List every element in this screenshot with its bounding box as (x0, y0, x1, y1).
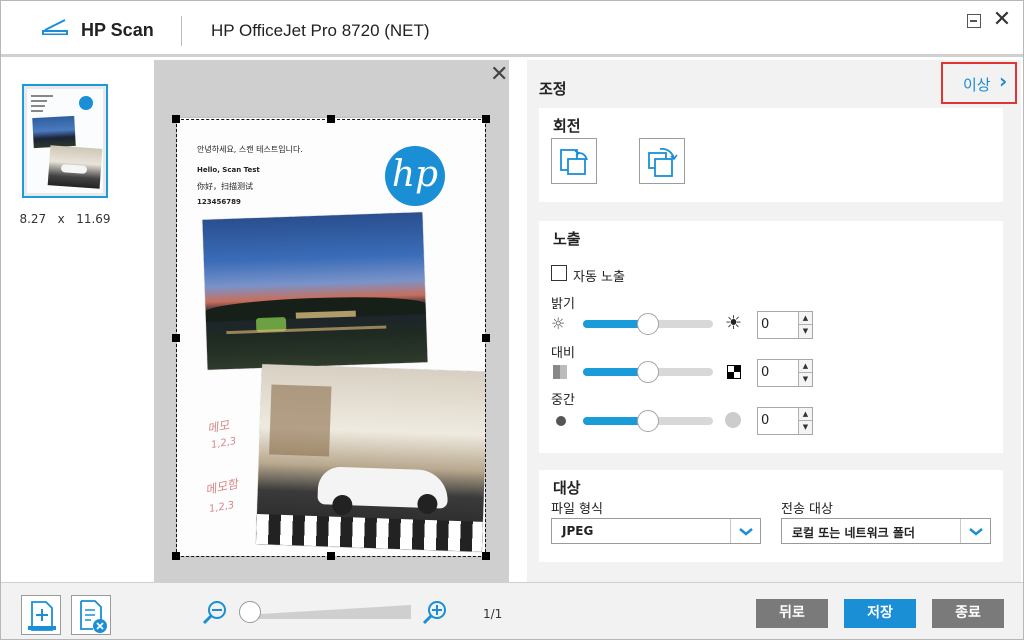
brightness-value: 0 (761, 317, 770, 332)
rotate-right-icon (648, 148, 678, 177)
brightness-low-icon: ☼ (551, 314, 566, 333)
rotate-card: 회전 (539, 108, 1003, 202)
size-separator: x (57, 212, 65, 226)
exit-button[interactable]: 종료 (932, 599, 1004, 628)
spinner-up-icon[interactable]: ▲ (798, 408, 812, 421)
more-settings-label: 이상 (963, 76, 991, 94)
rotate-heading: 회전 (553, 117, 581, 135)
title-bar: HP Scan HP OfficeJet Pro 8720 (NET) ✕ (1, 1, 1023, 57)
chevron-down-icon[interactable] (730, 519, 760, 543)
exposure-card: 노출 자동 노출 밝기 ☼ ☀ 0 ▲ ▼ 대비 0 ▲ ▼ 중간 0 ▲ ▼ (539, 221, 1003, 453)
more-settings-button[interactable]: 이상 › (941, 62, 1017, 104)
brightness-slider[interactable] (583, 313, 713, 335)
contrast-high-icon (727, 365, 741, 379)
brightness-high-icon: ☀ (725, 312, 743, 334)
thumbnail-image (27, 89, 103, 193)
file-type-value: JPEG (562, 524, 594, 538)
spinner-up-icon[interactable]: ▲ (798, 360, 812, 373)
spinner-up-icon[interactable]: ▲ (798, 312, 812, 325)
exposure-heading: 노출 (553, 230, 581, 248)
crop-handle[interactable] (327, 115, 335, 123)
device-name: HP OfficeJet Pro 8720 (NET) (211, 21, 430, 40)
spinner-down-icon[interactable]: ▼ (798, 421, 812, 434)
brightness-slider-thumb[interactable] (637, 313, 659, 335)
contrast-low-icon (553, 365, 567, 379)
chevron-down-icon[interactable] (960, 519, 990, 543)
send-to-label: 전송 대상 (781, 502, 833, 517)
brightness-label: 밝기 (551, 297, 575, 312)
rotate-left-icon (560, 149, 588, 175)
rotate-right-button[interactable] (639, 138, 685, 184)
crop-handle[interactable] (327, 552, 335, 560)
midtone-value: 0 (761, 413, 770, 428)
contrast-spinner[interactable]: 0 ▲ ▼ (757, 359, 813, 387)
page-size-label: 8.27 x 11.69 (1, 212, 129, 226)
rotate-left-button[interactable] (551, 138, 597, 184)
delete-page-button[interactable] (71, 595, 111, 635)
zoom-slider[interactable] (239, 601, 413, 623)
thumbnail-panel: 8.27 x 11.69 (1, 60, 141, 582)
adjust-heading: 조정 (539, 80, 567, 98)
crop-handle[interactable] (482, 552, 490, 560)
scanner-icon (42, 19, 68, 35)
app-title: HP Scan (81, 20, 154, 40)
send-to-value: 로컬 또는 네트워크 폴더 (792, 526, 915, 540)
auto-exposure-checkbox[interactable] (551, 265, 567, 281)
crop-handle[interactable] (482, 334, 490, 342)
contrast-label: 대비 (551, 346, 575, 361)
spinner-down-icon[interactable]: ▼ (798, 373, 812, 386)
file-type-label: 파일 형식 (551, 502, 603, 517)
crop-handle[interactable] (482, 115, 490, 123)
file-type-dropdown[interactable]: JPEG (551, 518, 761, 544)
zoom-in-icon[interactable] (421, 599, 449, 627)
midtone-slider-thumb[interactable] (637, 410, 659, 432)
contrast-slider[interactable] (583, 361, 713, 383)
crop-handle[interactable] (172, 115, 180, 123)
page-width: 8.27 (19, 212, 47, 226)
add-page-button[interactable] (21, 595, 61, 635)
delete-page-icon (80, 600, 107, 633)
destination-heading: 대상 (553, 479, 581, 497)
crop-handle[interactable] (172, 334, 180, 342)
brightness-spinner[interactable]: 0 ▲ ▼ (757, 311, 813, 339)
midtone-slider[interactable] (583, 410, 713, 432)
send-to-dropdown[interactable]: 로컬 또는 네트워크 폴더 (781, 518, 991, 544)
bottom-toolbar: 1/1 뒤로 저장 종료 (1, 582, 1023, 639)
destination-card: 대상 파일 형식 JPEG 전송 대상 로컬 또는 네트워크 폴더 (539, 470, 1003, 562)
minimize-icon[interactable] (967, 14, 981, 28)
midtone-high-icon (725, 412, 741, 428)
spinner-down-icon[interactable]: ▼ (798, 325, 812, 338)
header-divider (181, 16, 182, 46)
page-height: 11.69 (76, 212, 111, 226)
back-button[interactable]: 뒤로 (756, 599, 828, 628)
crop-handle[interactable] (172, 552, 180, 560)
close-icon[interactable]: ✕ (991, 9, 1013, 31)
crop-region[interactable] (176, 119, 486, 557)
zoom-out-icon[interactable] (201, 599, 229, 627)
auto-exposure-label: 자동 노출 (573, 270, 625, 285)
close-icon[interactable]: ✕ (490, 64, 508, 86)
zoom-slider-thumb[interactable] (239, 601, 261, 623)
page-thumbnail[interactable] (22, 84, 108, 198)
contrast-slider-thumb[interactable] (637, 361, 659, 383)
midtone-label: 중간 (551, 393, 575, 408)
chevron-right-icon: › (999, 69, 1008, 93)
page-counter: 1/1 (483, 607, 503, 621)
save-button[interactable]: 저장 (844, 599, 916, 628)
midtone-spinner[interactable]: 0 ▲ ▼ (757, 407, 813, 435)
midtone-low-icon (556, 416, 566, 426)
hp-scan-window: HP Scan HP OfficeJet Pro 8720 (NET) ✕ 8.… (0, 0, 1024, 640)
zoom-slider-track (243, 605, 411, 619)
contrast-value: 0 (761, 365, 770, 380)
add-page-icon (28, 601, 56, 631)
settings-panel: 조정 이상 › 회전 노출 자동 노출 밝기 ☼ ☀ 0 ▲ ▼ 대비 0 ▲ … (527, 60, 1021, 582)
